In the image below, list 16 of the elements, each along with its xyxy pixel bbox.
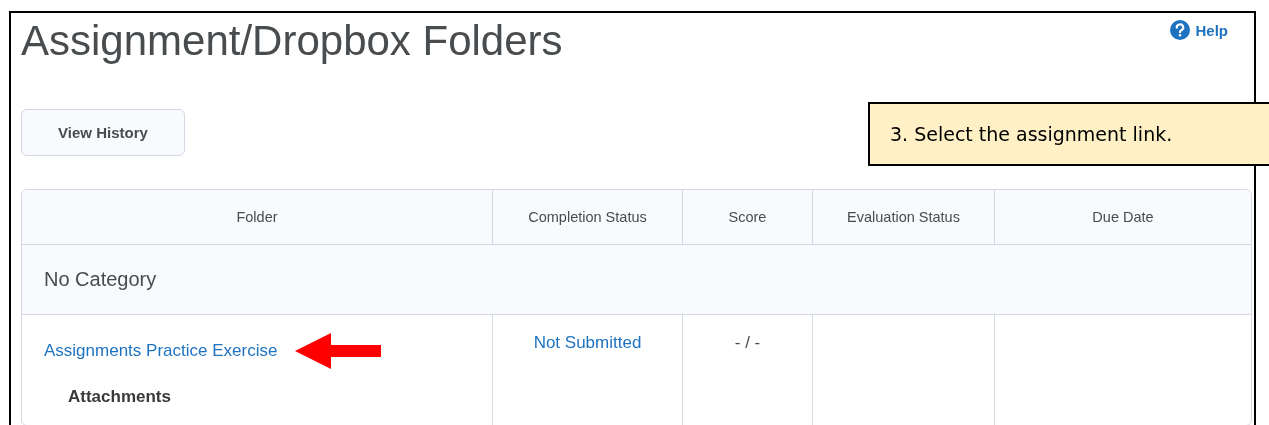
attachments-label: Attachments xyxy=(67,387,171,407)
assignment-link[interactable]: Assignments Practice Exercise xyxy=(44,341,278,361)
column-header: Due Date xyxy=(995,190,1251,245)
score-cell: - / - xyxy=(734,333,761,353)
column-header: Evaluation Status xyxy=(813,190,995,245)
instruction-callout: 3. Select the assignment link. xyxy=(868,102,1269,166)
arrow-icon xyxy=(295,333,382,369)
page-title: Assignment/Dropbox Folders xyxy=(21,17,563,65)
column-header: Score xyxy=(683,190,813,245)
help-link[interactable]: Help xyxy=(1170,20,1228,40)
category-row: No Category xyxy=(22,245,1251,315)
column-header: Completion Status xyxy=(493,190,683,245)
help-icon xyxy=(1170,20,1191,40)
completion-status-link[interactable]: Not Submitted xyxy=(533,333,642,353)
column-header: Folder xyxy=(22,190,493,245)
view-history-button[interactable]: View History xyxy=(21,109,185,156)
